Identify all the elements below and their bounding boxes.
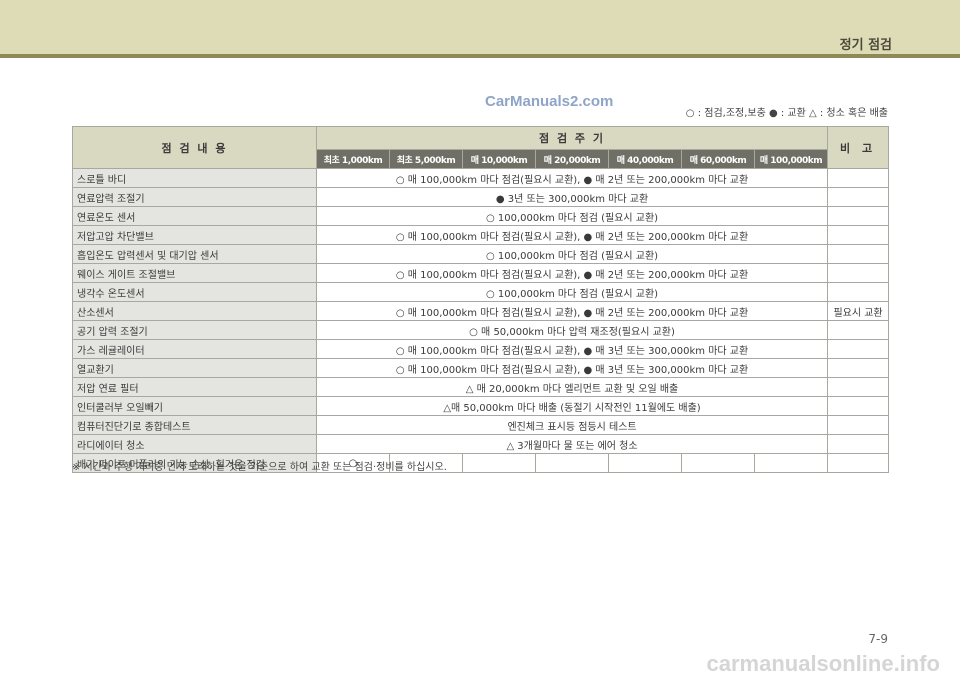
table-row: 연료온도 센서 ○ 100,000km 마다 점검 (필요시 교환)	[72, 206, 890, 226]
row-item: 웨이스 게이트 조절밸브	[72, 263, 317, 283]
interval-cell-empty	[535, 453, 609, 473]
row-item: 스로틀 바디	[72, 168, 317, 188]
row-remark	[827, 339, 890, 359]
interval-header: 매 20,000km	[535, 149, 609, 169]
header-inspection-item: 점 검 내 용	[72, 126, 317, 169]
footnote: ※ 시간과 주행 거리중 먼저 도래하는 것을 기준으로 하여 교환 또는 점검…	[72, 462, 447, 473]
row-remark	[827, 434, 890, 454]
row-period: ○ 매 100,000km 마다 점검(필요시 교환), ● 매 2년 또는 2…	[315, 168, 829, 188]
row-item: 연료온도 센서	[72, 206, 317, 226]
table-row: 흡입온도 압력센서 및 대기압 센서 ○ 100,000km 마다 점검 (필요…	[72, 244, 890, 264]
watermark-bottom: carmanualsonline.info	[706, 651, 941, 676]
row-remark	[827, 206, 890, 226]
row-remark	[827, 320, 890, 340]
symbol-legend: ○ : 점검,조정,보충 ● : 교환 △ : 청소 혹은 배출	[685, 108, 888, 119]
interval-cell-empty	[681, 453, 755, 473]
row-item: 연료압력 조절기	[72, 187, 317, 207]
row-period: △매 50,000km 마다 배출 (동절기 시작전인 11월에도 배출)	[315, 396, 829, 416]
row-remark	[827, 225, 890, 245]
header-band	[0, 0, 960, 54]
maintenance-schedule-table: 점 검 내 용 점 검 주 기 비 고 최초 1,000km 최초 5,000k…	[72, 126, 890, 473]
table-row: 산소센서 ○ 매 100,000km 마다 점검(필요시 교환), ● 매 2년…	[72, 301, 890, 321]
row-item: 인터쿨러부 오일빼기	[72, 396, 317, 416]
row-period: △ 매 20,000km 마다 엘리먼트 교환 및 오일 배출	[315, 377, 829, 397]
row-item: 저압고압 차단밸브	[72, 225, 317, 245]
header-inspection-period: 점 검 주 기	[315, 126, 829, 150]
row-period: ○ 100,000km 마다 점검 (필요시 교환)	[315, 206, 829, 226]
interval-cell-empty	[753, 453, 829, 473]
row-item: 열교환기	[72, 358, 317, 378]
interval-cell-empty	[608, 453, 682, 473]
row-remark	[827, 415, 890, 435]
table-row: 웨이스 게이트 조절밸브 ○ 매 100,000km 마다 점검(필요시 교환)…	[72, 263, 890, 283]
row-item: 라디에이터 청소	[72, 434, 317, 454]
table-row: 가스 레귤레이터 ○ 매 100,000km 마다 점검(필요시 교환), ● …	[72, 339, 890, 359]
watermark-top: CarManuals2.com	[485, 93, 614, 110]
interval-header: 최초 1,000km	[316, 149, 390, 169]
interval-header: 매 60,000km	[681, 149, 755, 169]
row-remark	[827, 396, 890, 416]
row-remark: 필요시 교환	[827, 301, 890, 321]
row-item: 컴퓨터진단기로 종합테스트	[72, 415, 317, 435]
table-row: 인터쿨러부 오일빼기 △매 50,000km 마다 배출 (동절기 시작전인 1…	[72, 396, 890, 416]
row-period: ● 3년 또는 300,000km 마다 교환	[315, 187, 829, 207]
table-row: 공기 압력 조절기 ○ 매 50,000km 마다 압력 재조정(필요시 교환)	[72, 320, 890, 340]
row-period: ○ 매 50,000km 마다 압력 재조정(필요시 교환)	[315, 320, 829, 340]
row-remark	[827, 358, 890, 378]
row-remark	[827, 187, 890, 207]
row-period: ○ 매 100,000km 마다 점검(필요시 교환), ● 매 2년 또는 2…	[315, 263, 829, 283]
row-period: ○ 100,000km 마다 점검 (필요시 교환)	[315, 282, 829, 302]
table-row: 연료압력 조절기 ● 3년 또는 300,000km 마다 교환	[72, 187, 890, 207]
table-row: 스로틀 바디 ○ 매 100,000km 마다 점검(필요시 교환), ● 매 …	[72, 168, 890, 188]
row-item: 냉각수 온도센서	[72, 282, 317, 302]
row-remark	[827, 282, 890, 302]
interval-header: 매 40,000km	[608, 149, 682, 169]
interval-header: 매 100,000km	[753, 149, 829, 169]
table-row: 열교환기 ○ 매 100,000km 마다 점검(필요시 교환), ● 매 3년…	[72, 358, 890, 378]
row-item: 공기 압력 조절기	[72, 320, 317, 340]
row-period: △ 3개월마다 물 또는 에어 청소	[315, 434, 829, 454]
row-remark	[827, 453, 890, 473]
row-item: 가스 레귤레이터	[72, 339, 317, 359]
row-remark	[827, 377, 890, 397]
header-rule	[0, 54, 960, 58]
table-row: 저압 연료 필터 △ 매 20,000km 마다 엘리먼트 교환 및 오일 배출	[72, 377, 890, 397]
row-period: ○ 매 100,000km 마다 점검(필요시 교환), ● 매 3년 또는 3…	[315, 339, 829, 359]
section-title: 정기 점검	[839, 38, 892, 53]
table-row: 라디에이터 청소 △ 3개월마다 물 또는 에어 청소	[72, 434, 890, 454]
table-row: 냉각수 온도센서 ○ 100,000km 마다 점검 (필요시 교환)	[72, 282, 890, 302]
interval-header: 매 10,000km	[462, 149, 536, 169]
page-number: 7-9	[868, 632, 888, 646]
header-remarks: 비 고	[827, 126, 890, 169]
row-remark	[827, 263, 890, 283]
row-item: 흡입온도 압력센서 및 대기압 센서	[72, 244, 317, 264]
row-period: ○ 매 100,000km 마다 점검(필요시 교환), ● 매 2년 또는 2…	[315, 301, 829, 321]
table-row: 저압고압 차단밸브 ○ 매 100,000km 마다 점검(필요시 교환), ●…	[72, 225, 890, 245]
row-period: ○ 매 100,000km 마다 점검(필요시 교환), ● 매 3년 또는 3…	[315, 358, 829, 378]
row-item: 저압 연료 필터	[72, 377, 317, 397]
row-item: 산소센서	[72, 301, 317, 321]
row-remark	[827, 168, 890, 188]
row-remark	[827, 244, 890, 264]
interval-header: 최초 5,000km	[389, 149, 463, 169]
row-period: ○ 매 100,000km 마다 점검(필요시 교환), ● 매 2년 또는 2…	[315, 225, 829, 245]
row-period: 엔진체크 표시등 점등시 테스트	[315, 415, 829, 435]
interval-cell-empty	[462, 453, 536, 473]
table-row: 컴퓨터진단기로 종합테스트 엔진체크 표시등 점등시 테스트	[72, 415, 890, 435]
row-period: ○ 100,000km 마다 점검 (필요시 교환)	[315, 244, 829, 264]
